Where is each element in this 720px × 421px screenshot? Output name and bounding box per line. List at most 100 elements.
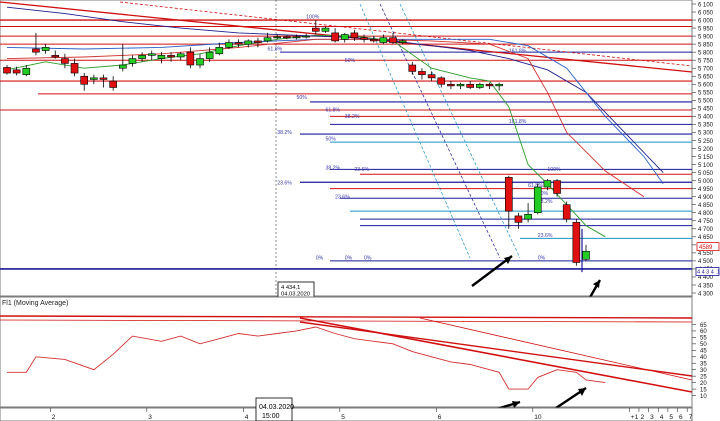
fib-label: 161.8% bbox=[509, 48, 527, 54]
candle-body bbox=[119, 64, 127, 69]
candle-body bbox=[553, 180, 561, 194]
x-tick-label: 3 bbox=[650, 414, 654, 421]
candle-body bbox=[456, 83, 465, 87]
indicator-tick-label: 30 bbox=[700, 368, 707, 374]
candle-body bbox=[582, 250, 590, 260]
candle-body bbox=[186, 51, 195, 66]
y-tick-label: 4 800 bbox=[698, 211, 714, 217]
y-tick-label: 4 350 bbox=[698, 283, 714, 289]
candle-body bbox=[466, 83, 475, 88]
y-tick-label: 5 100 bbox=[698, 163, 714, 169]
candle-body bbox=[51, 55, 60, 58]
candle-body bbox=[447, 83, 455, 87]
candle-body bbox=[331, 32, 339, 42]
cursor-time-date: 04.03.2020 bbox=[259, 404, 294, 411]
fib-label: 161.8% bbox=[509, 119, 527, 125]
indicator-y-axis: 656055504540353025201510 bbox=[692, 323, 707, 400]
candle-body bbox=[99, 77, 108, 80]
y-tick-label: 5 950 bbox=[698, 26, 714, 32]
y-tick-label: 5 500 bbox=[698, 99, 714, 105]
fib-label: 23.6% bbox=[335, 194, 350, 200]
candle-body bbox=[340, 34, 349, 40]
indicator-tick-label: 10 bbox=[700, 394, 707, 400]
y-tick-label: 5 750 bbox=[698, 58, 714, 64]
y-tick-label: 4 850 bbox=[698, 203, 714, 209]
candle-body bbox=[176, 53, 185, 58]
candle-body bbox=[22, 67, 31, 75]
fib-label: 50% bbox=[297, 95, 308, 101]
candle-body bbox=[234, 42, 243, 45]
y-tick-label: 4 400 bbox=[698, 275, 714, 281]
candle-body bbox=[321, 27, 330, 32]
candle-body bbox=[225, 42, 233, 48]
fib-label: 50% bbox=[325, 137, 336, 143]
candle bbox=[533, 183, 542, 215]
fib-label: 23.6% bbox=[538, 233, 553, 239]
x-tick-label: 4 bbox=[245, 414, 249, 421]
y-tick-label: 4 950 bbox=[698, 187, 714, 193]
candle-body bbox=[128, 58, 137, 64]
candle-body bbox=[302, 35, 310, 38]
fib-label: 38.2% bbox=[325, 165, 340, 171]
fib-label: 61.8% bbox=[268, 47, 283, 53]
cursor-time-box: 04.03.2020 15:00 bbox=[255, 397, 294, 421]
candle-body bbox=[138, 55, 146, 59]
y-tick-label: 5 650 bbox=[698, 75, 714, 81]
candle-body bbox=[485, 83, 494, 87]
x-tick-label: 5 bbox=[669, 414, 673, 421]
x-tick-label: 6 bbox=[438, 414, 442, 421]
candle-body bbox=[418, 71, 426, 75]
candle-body bbox=[533, 186, 542, 214]
x-tick-label: 6 bbox=[679, 414, 683, 421]
y-tick-label: 5 350 bbox=[698, 123, 714, 129]
candle-body bbox=[427, 74, 436, 79]
candle-body bbox=[147, 53, 156, 56]
fib-label: 0% bbox=[345, 255, 353, 261]
candle-body bbox=[90, 77, 98, 80]
y-tick-label: 5 850 bbox=[698, 42, 714, 48]
candle-body bbox=[379, 37, 388, 43]
chart-svg: 100%61.8%50%50%61.8%38.2%38.2%50%38.2% 23… bbox=[0, 0, 720, 421]
fib-label: 0% bbox=[316, 255, 324, 261]
fib-label: 100% bbox=[547, 167, 561, 173]
indicator-tick-label: 50 bbox=[700, 342, 707, 348]
indicator-panel-frame bbox=[0, 296, 693, 408]
fib-label: 61.8% bbox=[325, 108, 340, 114]
candle-body bbox=[41, 47, 50, 51]
candle-body bbox=[360, 37, 368, 40]
current-price-label: 4589 bbox=[699, 245, 713, 251]
candle-body bbox=[254, 40, 262, 43]
indicator-tick-label: 35 bbox=[700, 362, 707, 368]
time-axis-band bbox=[0, 407, 693, 421]
fib-label: 50% bbox=[345, 58, 356, 64]
candle-body bbox=[572, 222, 581, 263]
cursor-price-text: 4 434.1 bbox=[281, 285, 300, 291]
candle-body bbox=[273, 36, 282, 39]
candle-body bbox=[504, 177, 513, 212]
price-y-axis: 6 100 6 050 6 000 5 950 5 900 5 850 5 800 5 750… bbox=[692, 2, 714, 297]
candle-body bbox=[283, 36, 291, 39]
candle-body bbox=[80, 75, 88, 85]
indicator-tick-label: 40 bbox=[700, 355, 707, 361]
candle-body bbox=[3, 67, 11, 74]
candle-body bbox=[157, 55, 166, 59]
x-tick-label: 2 bbox=[52, 414, 56, 421]
candle-body bbox=[205, 51, 214, 59]
candle-body bbox=[167, 55, 175, 58]
y-tick-label: 4 700 bbox=[698, 227, 714, 233]
candle-body bbox=[350, 32, 359, 39]
indicator-tick-label: 60 bbox=[700, 329, 707, 335]
y-tick-label: 5 600 bbox=[698, 83, 714, 89]
y-tick-label: 4 650 bbox=[698, 235, 714, 241]
candle-body bbox=[408, 64, 417, 72]
candle-body bbox=[61, 58, 69, 64]
candle-body bbox=[389, 37, 397, 43]
fib-label: 100% bbox=[306, 15, 320, 21]
y-tick-label: 4 750 bbox=[698, 219, 714, 225]
candle-body bbox=[476, 83, 484, 88]
y-tick-label: 6 000 bbox=[698, 18, 714, 24]
indicator-panel: Fl1 (Moving Average) 6560555045403530252… bbox=[0, 296, 707, 416]
indicator-tick-label: 15 bbox=[700, 387, 707, 393]
candle-body bbox=[311, 27, 320, 32]
y-tick-label: 4 900 bbox=[698, 195, 714, 201]
